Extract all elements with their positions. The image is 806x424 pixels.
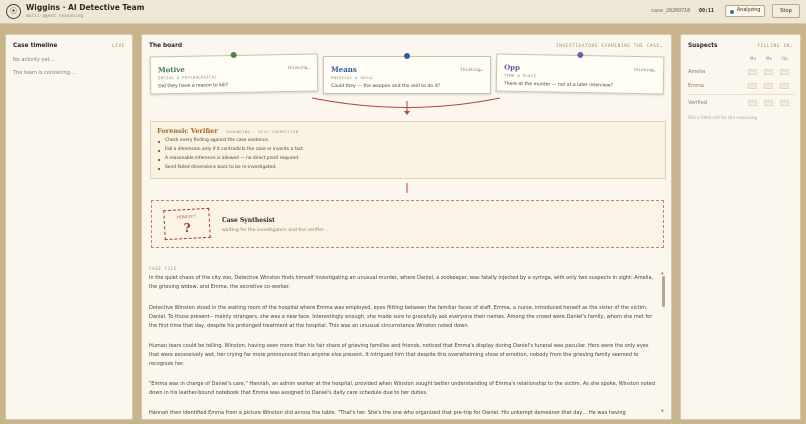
verdict-stamp: VERDICT ?: [163, 207, 211, 241]
suspects-divider: [688, 94, 795, 95]
magnifier-logo-icon: ⦿: [6, 4, 21, 19]
case-timeline-panel: Case timeline LIVE No activity yet… The …: [5, 34, 133, 420]
bullet-icon: [158, 159, 160, 161]
elapsed-timer: 00:11: [699, 8, 715, 14]
verifier-rule: Send failed dimensions back to be re-inv…: [165, 165, 277, 170]
scroll-up-icon[interactable]: ▲: [661, 271, 664, 275]
suspect-name: Amelia: [688, 69, 706, 75]
suspects-title: Suspects: [688, 43, 718, 49]
stop-button[interactable]: Stop: [772, 4, 800, 18]
suspect-cell: —: [780, 69, 789, 75]
verdict-label: VERDICT: [176, 213, 197, 220]
synthesist-title: Case Synthesist: [222, 217, 275, 224]
case-file-scrollbar[interactable]: [662, 276, 665, 307]
suspect-cell: —: [780, 83, 789, 89]
scroll-down-icon[interactable]: ▼: [661, 409, 664, 413]
board-panel: The board INVESTIGATORS EXAMINING THE CA…: [141, 34, 672, 420]
synthesist-subtitle: waiting for the investigators and the ve…: [222, 228, 329, 233]
case-file-paragraph: Detective Winston stood in the waiting r…: [149, 305, 653, 329]
timeline-item: The team is convening…: [13, 70, 75, 76]
verified-cell: —: [764, 100, 773, 106]
timeline-title: Case timeline: [13, 43, 58, 49]
verified-cell: —: [748, 100, 757, 106]
verifier-rule: Check every finding against the case evi…: [165, 138, 270, 143]
case-file-paragraph: Hannah then identified Emma from a pictu…: [149, 410, 626, 416]
case-file-paragraph: "Emma was in charge of Daniel's care," H…: [149, 381, 655, 396]
status-label: Analyzing: [737, 8, 761, 13]
timeline-live-tag: LIVE: [112, 44, 125, 49]
verifier-subtitle: GROUNDING · SELF-CORRECTION: [226, 129, 299, 134]
bullet-icon: [158, 150, 160, 152]
question-mark-icon: ?: [183, 220, 192, 236]
suspect-cell: —: [748, 83, 757, 89]
bullet-icon: [158, 168, 160, 170]
verifier-rule: Fail a dimension only if it contradicts …: [165, 147, 305, 152]
case-file-label: CASE FILE: [149, 266, 178, 271]
suspect-cell: —: [748, 69, 757, 75]
red-string-connectors: [311, 97, 501, 193]
app-title: Wiggins · AI Detective Team: [26, 3, 145, 12]
case-id: case_20260718: [651, 8, 691, 14]
case-file-paragraph: In the quiet chaos of the city zoo, Dete…: [149, 275, 654, 290]
suspect-cell: —: [764, 83, 773, 89]
verifier-title: Forensic Verifier: [157, 127, 218, 135]
status-dot-icon: [730, 9, 734, 14]
case-synthesist-card: VERDICT ? Case Synthesist waiting for th…: [151, 200, 664, 248]
bullet-icon: [158, 141, 160, 143]
forensic-verifier-card: Forensic Verifier GROUNDING · SELF-CORRE…: [150, 121, 666, 179]
column-header-opp: Op: [782, 56, 788, 61]
verifier-rule: A reasonable inference is allowed — no d…: [165, 156, 300, 161]
status-badge: Analyzing: [725, 5, 765, 17]
top-bar: ⦿ Wiggins · AI Detective Team multi-agen…: [0, 0, 806, 24]
column-header-means: Me: [765, 56, 773, 61]
suspects-panel: Suspects FILLING IN… Mo Me Op Amelia — —…: [680, 34, 801, 420]
column-header-motive: Mo: [749, 56, 757, 61]
app-subtitle: multi-agent reasoning: [26, 13, 84, 18]
verified-label: Verified: [688, 100, 707, 106]
suspects-hint: Fills a filled cell for the reasoning: [688, 115, 758, 120]
suspect-cell: —: [764, 69, 773, 75]
case-file-paragraph: Human tears could be telling. Winston, h…: [149, 343, 649, 367]
timeline-item: No activity yet…: [13, 57, 55, 63]
suspect-name: Emma: [688, 83, 704, 89]
verified-cell: —: [780, 100, 789, 106]
suspects-status-tag: FILLING IN…: [757, 44, 793, 49]
